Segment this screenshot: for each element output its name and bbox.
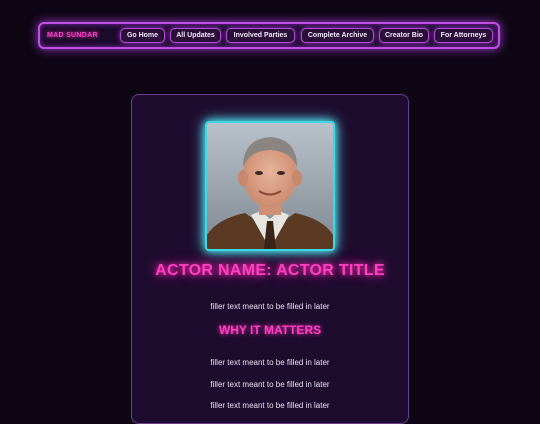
paragraph-3: filler text meant to be filled in later (210, 401, 330, 410)
nav-go-home[interactable]: Go Home (120, 28, 165, 43)
why-it-matters-heading: WHY IT MATTERS (218, 323, 322, 337)
site-brand[interactable]: MAD SUNDAR (47, 32, 98, 39)
intro-text: filler text meant to be filled in later (210, 302, 330, 311)
actor-title: ACTOR NAME: ACTOR TITLE (155, 262, 385, 279)
nav-all-updates[interactable]: All Updates (170, 28, 221, 43)
nav-for-attorneys[interactable]: For Attorneys (434, 28, 493, 43)
nav-creator-bio[interactable]: Creator Bio (379, 28, 429, 43)
paragraph-1: filler text meant to be filled in later (210, 358, 330, 367)
actor-portrait-image (207, 123, 333, 249)
nav-complete-archive[interactable]: Complete Archive (301, 28, 374, 43)
paragraph-2: filler text meant to be filled in later (210, 380, 330, 389)
actor-photo (205, 121, 335, 251)
nav-involved-parties[interactable]: Involved Parties (226, 28, 295, 43)
top-navbar: MAD SUNDAR Go Home All Updates Involved … (38, 22, 500, 49)
